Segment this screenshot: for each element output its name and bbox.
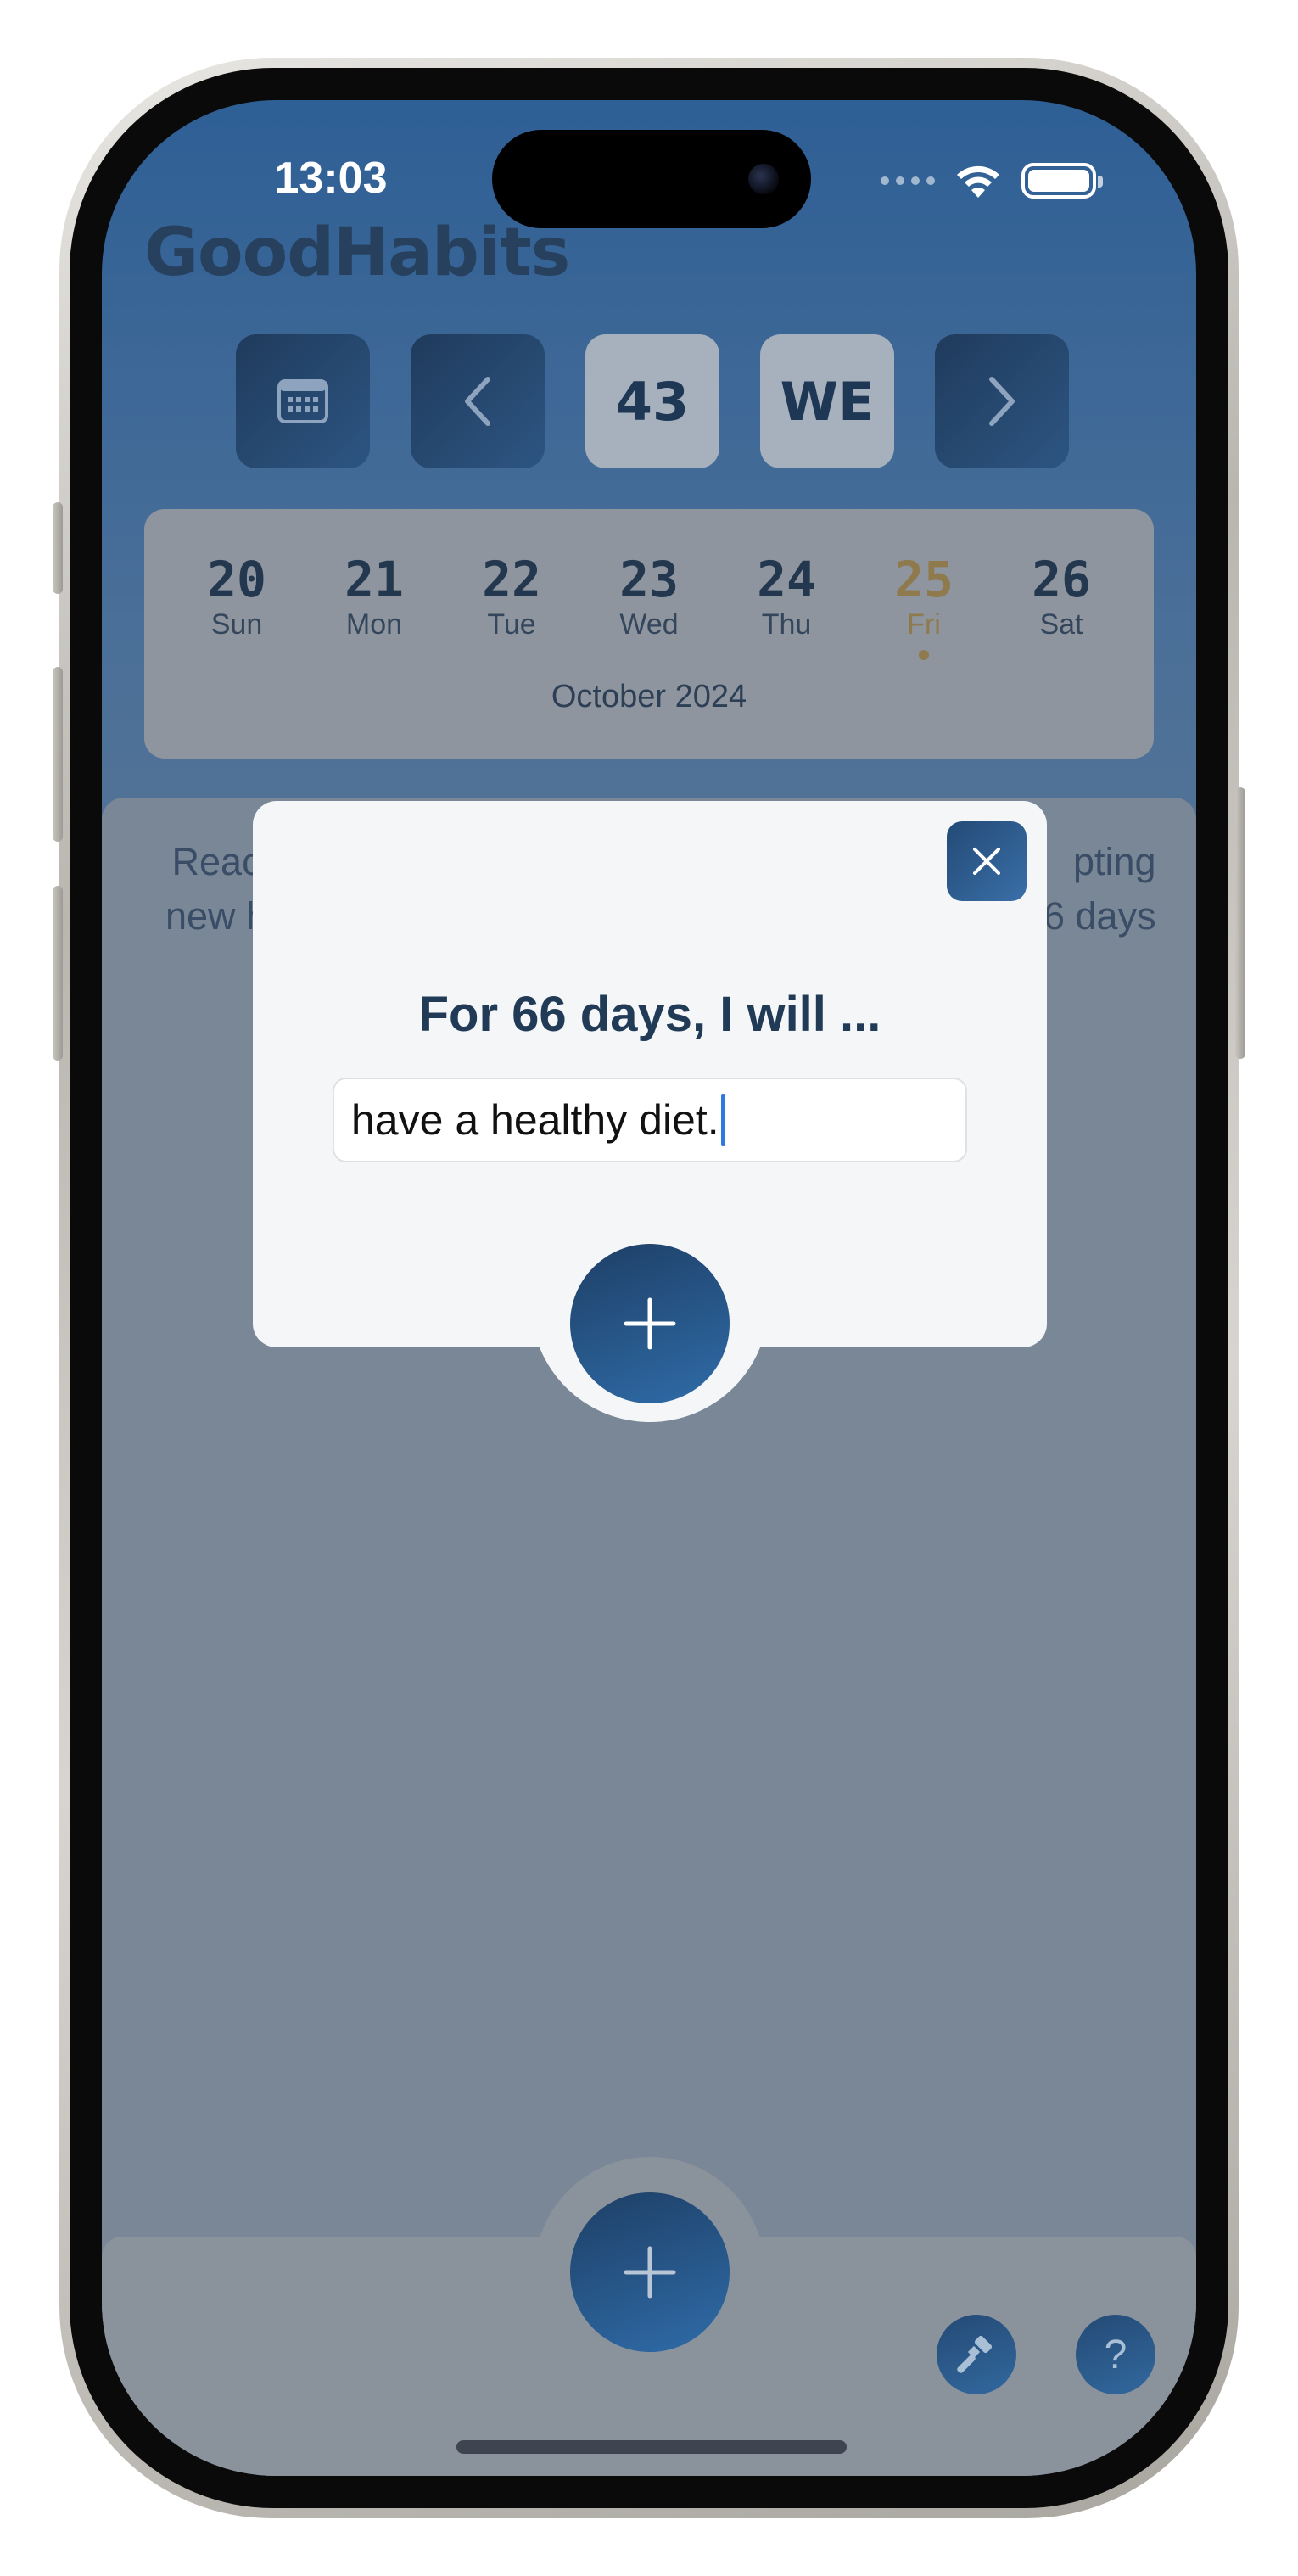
- chevron-left-icon: [465, 377, 490, 426]
- day-name: Fri: [907, 608, 941, 641]
- status-indicators: [881, 160, 1103, 202]
- habit-input-value: have a healthy diet.: [351, 1096, 719, 1144]
- day-number: 26: [1032, 551, 1091, 608]
- close-button[interactable]: [947, 821, 1027, 901]
- action-button: [53, 502, 63, 594]
- app-title: GoodHabits: [144, 215, 570, 291]
- next-week-button[interactable]: [935, 334, 1069, 468]
- confirm-add-button[interactable]: [570, 1244, 730, 1403]
- close-icon: [973, 848, 1000, 875]
- day-number: 20: [207, 551, 266, 608]
- previous-week-button[interactable]: [411, 334, 545, 468]
- day-number: 25: [894, 551, 954, 608]
- background-text-right: pting 6 days: [1043, 840, 1156, 938]
- battery-icon: [1021, 163, 1103, 199]
- tools-button[interactable]: [937, 2315, 1016, 2394]
- day-item[interactable]: 23 Wed: [580, 552, 718, 660]
- status-time: 13:03: [274, 154, 388, 203]
- add-habit-button[interactable]: [570, 2192, 730, 2352]
- day-name: Sat: [1039, 608, 1083, 641]
- toolbar: 43 WE: [236, 334, 1069, 468]
- chevron-right-icon: [989, 377, 1015, 426]
- hammer-icon: [957, 2335, 993, 2373]
- volume-down-button: [53, 886, 63, 1061]
- home-indicator[interactable]: [456, 2440, 847, 2454]
- bottom-add-wrapper: [570, 2192, 730, 2352]
- power-button: [1235, 787, 1245, 1059]
- text-caret: [720, 1094, 725, 1146]
- day-item[interactable]: 24 Thu: [718, 552, 855, 660]
- day-name: Sun: [210, 608, 263, 641]
- day-item[interactable]: 22 Tue: [443, 552, 580, 660]
- help-button[interactable]: ?: [1076, 2315, 1155, 2394]
- modal-add-button-wrapper: [570, 1244, 730, 1403]
- day-item-today[interactable]: 25 Fri: [855, 552, 993, 660]
- front-camera-icon: [748, 164, 779, 194]
- day-number: 24: [757, 551, 816, 608]
- day-name: Tue: [487, 608, 536, 641]
- day-number: 21: [344, 551, 404, 608]
- day-name: Mon: [345, 608, 403, 641]
- habit-input[interactable]: have a healthy diet.: [333, 1078, 967, 1162]
- month-label: October 2024: [551, 679, 747, 714]
- day-number: 22: [482, 551, 541, 608]
- day-name: Thu: [761, 608, 812, 641]
- day-item[interactable]: 21 Mon: [305, 552, 443, 660]
- day-list: 20 Sun 21 Mon 22 Tue 23 Wed 24 Thu 25 Fr…: [168, 552, 1130, 660]
- screen: 13:03 GoodHabits 43 WE 20 Sun 21 Mon 22 …: [102, 100, 1196, 2476]
- week-number-button[interactable]: 43: [585, 334, 719, 468]
- day-item[interactable]: 26 Sat: [993, 552, 1130, 660]
- plus-icon: [624, 1297, 676, 1350]
- cellular-signal-icon: [881, 176, 935, 185]
- weekday-button[interactable]: WE: [760, 334, 894, 468]
- wifi-icon: [957, 165, 999, 198]
- today-indicator: [919, 650, 929, 660]
- day-name: Wed: [619, 608, 679, 641]
- calendar-button[interactable]: [236, 334, 370, 468]
- calendar-icon: [277, 379, 328, 423]
- plus-icon: [624, 2246, 676, 2299]
- dynamic-island: [492, 130, 811, 228]
- dialog-heading: For 66 days, I will ...: [418, 987, 881, 1042]
- day-item[interactable]: 20 Sun: [168, 552, 305, 660]
- week-strip: 20 Sun 21 Mon 22 Tue 23 Wed 24 Thu 25 Fr…: [144, 509, 1154, 759]
- day-number: 23: [619, 551, 679, 608]
- volume-up-button: [53, 667, 63, 842]
